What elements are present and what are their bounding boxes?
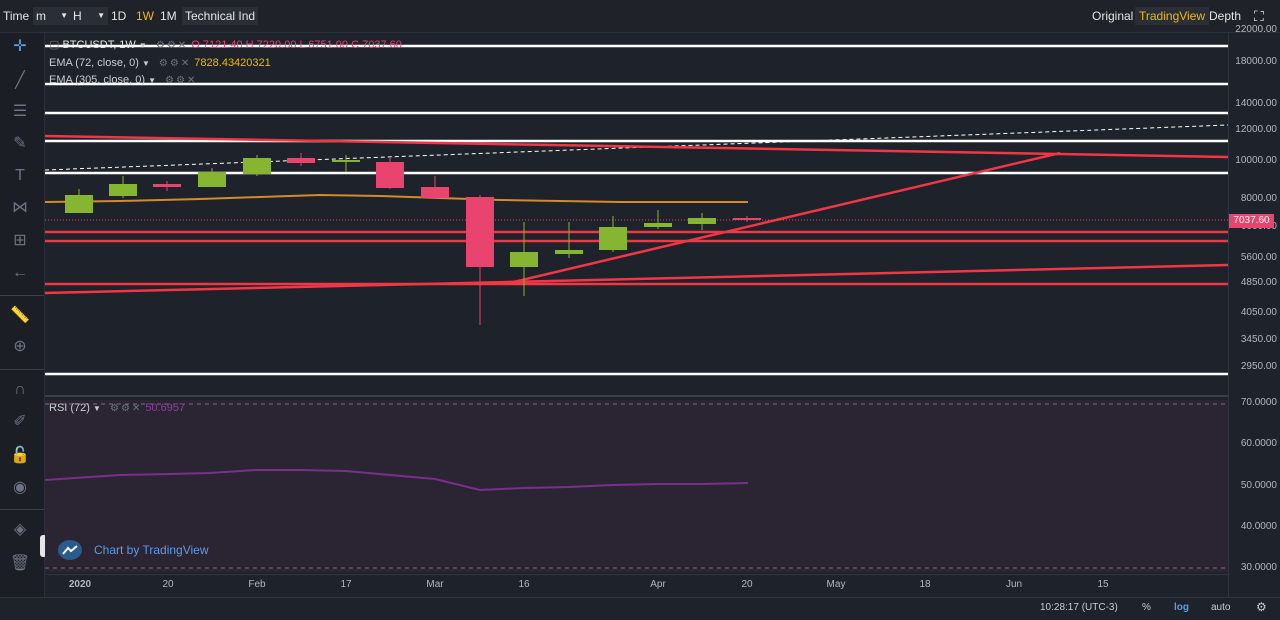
log-scale-button[interactable]: log: [1174, 602, 1189, 613]
legend-settings-icon[interactable]: ⚙⚙✕: [159, 58, 191, 69]
chart-canvas: [44, 44, 1229, 569]
price-axis[interactable]: 22000.00 18000.00 14000.00 12000.00 1000…: [1228, 24, 1280, 597]
rsi-line: [44, 469, 749, 492]
time-tick: 17: [340, 579, 352, 590]
price-tick: 14000.00: [1235, 98, 1277, 109]
rsi-legend[interactable]: RSI (72) ▼ ⚙⚙✕ 50.6957: [49, 402, 185, 414]
candles[interactable]: [65, 153, 761, 325]
current-price-tag: 7037.60: [1229, 214, 1274, 228]
tradingview-logo-icon: [58, 540, 82, 560]
price-tick: 18000.00: [1235, 56, 1277, 67]
symbol-legend[interactable]: ▢ BTCUSDT, 1W ▼ ⚙⚙✕ O 7121.40 H 7220.00 …: [49, 38, 402, 51]
symbol-label: BTCUSDT, 1W: [62, 39, 136, 51]
price-tick: 2950.00: [1240, 361, 1277, 372]
trend-line: [44, 134, 1229, 159]
candle-body: [555, 250, 583, 254]
candle-body: [421, 187, 449, 198]
price-tick: 10000.00: [1235, 155, 1277, 166]
status-bar: 10:28:17 (UTC-3) % log auto ⚙: [0, 597, 1280, 620]
chevron-down-icon[interactable]: ▼: [139, 41, 147, 50]
candle-body: [198, 172, 226, 187]
auto-scale-button[interactable]: auto: [1211, 602, 1230, 613]
time-axis[interactable]: 2020 20 Feb 17 Mar 16 Apr 20 May 18 Jun …: [45, 574, 1228, 597]
candle-body: [644, 223, 672, 227]
candle-body: [65, 195, 93, 213]
candle-body: [332, 160, 360, 162]
legend-settings-icon[interactable]: ⚙⚙✕: [165, 75, 197, 86]
price-tick: 12000.00: [1235, 124, 1277, 135]
candle-body: [287, 158, 315, 163]
candle-body: [153, 184, 181, 187]
legend-settings-icon[interactable]: ⚙⚙✕: [156, 40, 188, 51]
time-tick: 2020: [68, 579, 92, 590]
open-value: O 7121.40: [191, 39, 243, 51]
red-levels[interactable]: [45, 230, 1228, 286]
time-tick: 16: [518, 579, 530, 590]
legend-settings-icon[interactable]: ⚙⚙✕: [110, 403, 142, 414]
time-tick: Mar: [426, 579, 444, 590]
rsi-label: RSI (72): [49, 402, 90, 414]
rsi-value: 50.6957: [145, 402, 186, 414]
time-tick: 20: [162, 579, 174, 590]
red-trend-lines[interactable]: [44, 134, 1229, 295]
collapse-icon[interactable]: ▢: [49, 39, 59, 51]
high-value: H 7220.00: [245, 39, 297, 51]
rsi-tick: 40.0000: [1240, 521, 1277, 532]
ema305-label: EMA (305, close, 0): [49, 74, 145, 86]
percent-scale-button[interactable]: %: [1142, 602, 1151, 613]
candle-body: [376, 162, 404, 188]
price-tick: 22000.00: [1235, 24, 1277, 35]
ema-72-line: [44, 193, 748, 203]
time-tick: Jun: [1005, 579, 1023, 590]
close-value: C 7037.60: [351, 39, 402, 51]
trend-line: [44, 263, 1229, 295]
white-levels[interactable]: [45, 44, 1228, 376]
time-tick: May: [826, 579, 846, 590]
candle-body: [466, 197, 494, 267]
time-tick: Apr: [650, 579, 666, 590]
candle-body: [733, 218, 761, 220]
candle-body: [688, 218, 716, 224]
price-tick: 3450.00: [1240, 334, 1277, 345]
price-tick: 4050.00: [1240, 307, 1277, 318]
gear-icon[interactable]: ⚙: [1256, 600, 1267, 614]
time-tick: 15: [1097, 579, 1109, 590]
time-tick: 20: [741, 579, 753, 590]
branding-text: Chart by TradingView: [94, 543, 209, 557]
rsi-tick: 30.0000: [1240, 562, 1277, 573]
rsi-tick: 60.0000: [1240, 438, 1277, 449]
time-tick: 18: [919, 579, 931, 590]
ema305-legend[interactable]: EMA (305, close, 0) ▼ ⚙⚙✕: [49, 74, 197, 86]
ema72-value: 7828.43420321: [194, 57, 271, 69]
chevron-down-icon[interactable]: ▼: [142, 59, 150, 68]
low-value: L 6751.00: [299, 39, 349, 51]
ema72-legend[interactable]: EMA (72, close, 0) ▼ ⚙⚙✕ 7828.43420321: [49, 57, 271, 69]
candle-body: [109, 184, 137, 196]
price-tick: 8000.00: [1240, 193, 1277, 204]
clock: 10:28:17 (UTC-3): [1040, 602, 1118, 613]
rsi-tick: 50.0000: [1240, 480, 1277, 491]
price-tick: 4850.00: [1240, 277, 1277, 288]
chevron-down-icon[interactable]: ▼: [148, 76, 156, 85]
candle-body: [599, 227, 627, 250]
time-tick: Feb: [248, 579, 266, 590]
chevron-down-icon[interactable]: ▼: [93, 404, 101, 413]
candle-body: [510, 252, 538, 267]
rsi-tick: 70.0000: [1240, 397, 1277, 408]
price-tick: 5600.00: [1240, 252, 1277, 263]
candle-body: [243, 158, 271, 174]
ema72-label: EMA (72, close, 0): [49, 57, 139, 69]
